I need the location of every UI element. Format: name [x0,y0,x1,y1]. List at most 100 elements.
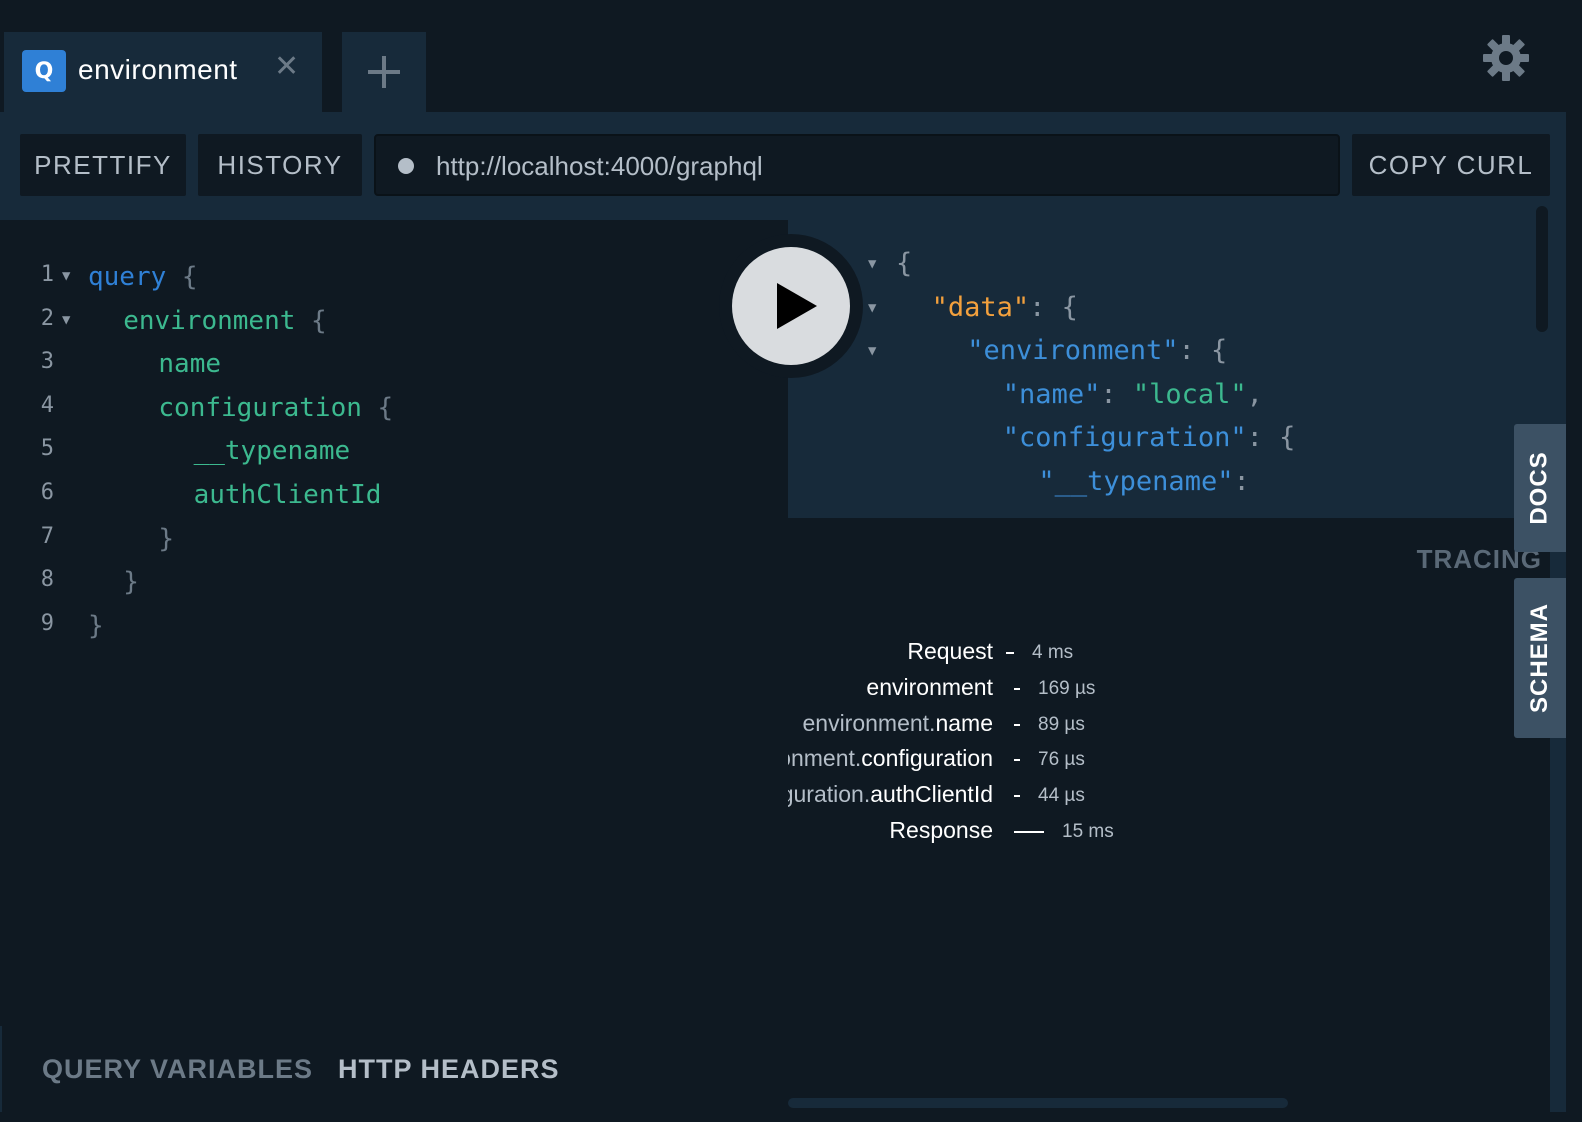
tab-bar: Q environment ✕ [0,0,1566,112]
code-line: 5 __typename [2,434,782,478]
fold-arrow-icon[interactable]: ▼ [868,343,876,359]
result-text: "data": { [932,292,1078,323]
line-number: 9 [40,610,54,636]
result-line: "configuration": { [788,420,1550,464]
trace-field: authClientId [870,781,993,808]
json-token: "name" [1002,378,1101,410]
query-editor[interactable]: 1 ▼ query {2 ▼ environment {3 name 4 configurat… [0,220,788,1026]
fold-arrow-icon[interactable]: ▼ [868,256,876,272]
code-token: } [88,610,104,641]
prettify-button[interactable]: PRETTIFY [20,134,186,196]
tab-query-variables[interactable]: QUERY VARIABLES [42,1054,313,1085]
docs-tab-label: DOCS [1526,451,1553,525]
result-text: "configuration": { [1003,422,1296,453]
status-dot-icon [398,158,414,174]
result-line: ▼{ [788,246,1550,290]
json-token: , [1246,378,1263,410]
trace-bar [1014,687,1020,690]
copy-curl-button[interactable]: COPY CURL [1352,134,1550,196]
trace-path-prefix: environment.configuration. [788,781,871,808]
execute-button[interactable] [719,234,863,378]
code-line: 9} [2,609,782,653]
json-token: : [1100,378,1133,410]
result-line: ▼ "data": { [788,290,1550,334]
history-button[interactable]: HISTORY [198,134,362,196]
tab-http-headers[interactable]: HTTP HEADERS [338,1054,560,1085]
code-text: name [158,349,221,379]
json-token: { [896,248,913,279]
json-token: : { [1246,422,1296,454]
close-icon[interactable]: ✕ [274,52,299,82]
code-text: query { [88,262,198,292]
code-token: query [88,262,167,292]
gear-icon[interactable] [1482,34,1530,82]
code-text: environment { [123,306,327,336]
code-text: authClientId [194,480,382,510]
code-line: 2 ▼ environment { [2,304,782,348]
graphql-playground: Q environment ✕ PRETTIFY HISTORY http://… [0,0,1582,1122]
docs-tab[interactable]: DOCS [1514,424,1566,552]
line-number: 3 [40,349,54,375]
code-token: } [123,567,139,598]
trace-name: environment [866,674,993,701]
result-line: "name": "local", [788,377,1550,421]
tab-environment[interactable]: Q environment ✕ [4,32,322,112]
result-viewer[interactable]: ▼{▼ "data": {▼ "environment": {"name": "lo… [788,220,1550,518]
line-number: 4 [40,392,54,418]
line-number: 5 [40,436,54,462]
trace-field: name [935,709,993,736]
result-text: "__typename": [1038,466,1249,497]
trace-row: environment.configuration 76 µs [788,745,1550,781]
json-token: : { [1178,335,1228,367]
result-text: "environment": { [967,335,1227,366]
json-token: : [1233,466,1250,497]
tracing-panel: TRACING Request 4 ms environment 169 µs envi… [788,518,1550,1112]
fold-arrow-icon[interactable]: ▼ [62,268,70,284]
trace-field: environment [866,673,993,700]
result-text: "name": "local", [1003,379,1263,410]
trace-name: environment.configuration [788,745,993,772]
trace-row: Response 15 ms [788,817,1550,853]
trace-name: Response [889,817,993,844]
fold-arrow-icon[interactable]: ▼ [62,312,70,328]
trace-field: Response [889,817,993,843]
code-token: environment [123,305,296,336]
json-token: "environment" [967,335,1179,367]
trace-name: environment.configuration.authClientId [788,781,993,808]
code-token: __typename [193,436,351,467]
code-line: 7} [2,522,782,566]
json-token: : { [1029,291,1078,323]
line-number: 6 [40,480,54,505]
json-token: "data" [931,291,1030,323]
code-token: } [158,523,175,554]
trace-bar [1014,759,1020,762]
toolbar: PRETTIFY HISTORY http://localhost:4000/g… [0,112,1566,220]
endpoint-url-text: http://localhost:4000/graphql [436,151,763,181]
tracing-scrollbar[interactable] [788,1098,1288,1108]
line-number: 2 [40,305,54,331]
code-text: __typename [194,436,351,466]
trace-field: Request [907,638,993,664]
trace-bar [1006,652,1014,654]
code-line: 3 name [2,347,782,391]
add-tab-button[interactable] [342,32,426,112]
trace-row: environment.name 89 µs [788,710,1550,746]
line-number: 8 [40,567,54,593]
result-scrollbar[interactable] [1536,206,1548,332]
code-line: 4 configuration { [2,391,782,435]
trace-name: Request [907,638,993,665]
trace-bar [1014,831,1044,833]
trace-duration: 4 ms [1032,642,1074,663]
trace-row: environment.configuration.authClientId 44… [788,781,1550,817]
schema-tab[interactable]: SCHEMA [1514,578,1566,738]
trace-path-prefix: environment. [788,745,862,772]
query-badge: Q [22,50,66,92]
plus-icon [368,56,400,88]
code-text: } [88,611,104,641]
trace-duration: 44 µs [1038,785,1085,807]
result-text: { [896,248,912,279]
fold-arrow-icon[interactable]: ▼ [868,300,876,316]
trace-name: environment.name [802,710,993,737]
endpoint-url-input[interactable]: http://localhost:4000/graphql [374,134,1340,196]
code-text: } [123,567,139,597]
